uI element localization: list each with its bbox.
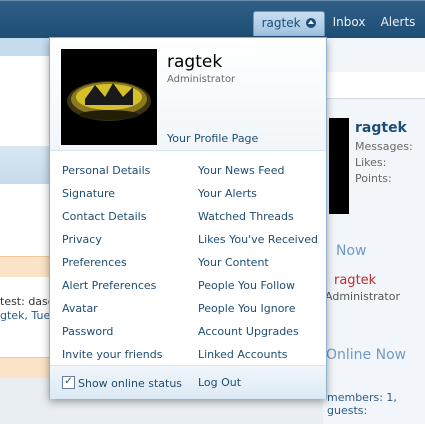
menu-link-privacy[interactable]: Privacy [62,233,102,246]
avatar-image [61,49,157,145]
bg-staff-title: Administrator [325,290,400,303]
menu-user-title: Administrator [167,74,236,85]
bg-section-bar [0,146,50,184]
bg-sidebar-points: Points: [355,172,392,185]
menu-link-invite-friends[interactable]: Invite your friends [62,348,163,361]
bg-staff-online-heading: Now [336,243,367,259]
bg-sidebar-likes: Likes: [355,156,387,169]
bg-staff-name[interactable]: ragtek [334,273,376,288]
bg-content-block [0,56,50,147]
account-dropdown-menu: ragtek Administrator Your Profile Page P… [49,37,327,399]
show-online-status-checkbox[interactable]: ✓ [62,376,75,389]
bg-highlight-bar-2 [0,357,50,378]
menu-footer: ✓ Show online status Log Out [50,365,326,399]
your-profile-page-link[interactable]: Your Profile Page [167,132,258,145]
menu-link-your-alerts[interactable]: Your Alerts [198,187,257,200]
menu-link-avatar[interactable]: Avatar [62,302,98,315]
alerts-tab[interactable]: Alerts [376,11,420,35]
menu-link-people-you-ignore[interactable]: People You Ignore [198,302,295,315]
menu-link-preferences[interactable]: Preferences [62,256,127,269]
bg-sidebar-top [323,72,425,99]
menu-username[interactable]: ragtek [167,52,222,72]
bg-sidebar-username[interactable]: ragtek [355,120,407,136]
menu-link-news-feed[interactable]: Your News Feed [198,164,284,177]
user-avatar[interactable] [61,49,157,145]
menu-link-signature[interactable]: Signature [62,187,115,200]
show-online-status-label[interactable]: Show online status [78,377,182,390]
menu-link-personal-details[interactable]: Personal Details [62,164,150,177]
menu-header: ragtek Administrator Your Profile Page [50,38,326,151]
menu-link-your-content[interactable]: Your Content [198,256,269,269]
bg-members-online-heading: Online Now [326,347,407,363]
bg-header-strip [0,38,50,56]
top-navigation-bar: ragtek Inbox Alerts [0,0,425,39]
user-menu-tab[interactable]: ragtek [253,11,325,36]
menu-link-linked-accounts[interactable]: Linked Accounts [198,348,288,361]
bg-thread-title: test: dasd [0,295,55,308]
menu-link-contact-details[interactable]: Contact Details [62,210,146,223]
bg-sidebar-messages: Messages: [355,140,413,153]
bg-thread-meta: gtek, Tues [0,309,56,322]
inbox-tab[interactable]: Inbox [329,11,369,35]
menu-link-password[interactable]: Password [62,325,113,338]
bg-content-block-2 [0,184,50,256]
bg-sidebar-avatar [329,118,349,214]
collapse-arrow-icon[interactable] [306,17,317,28]
bg-highlight-bar [0,256,50,278]
menu-link-watched-threads[interactable]: Watched Threads [198,210,294,223]
bg-online-summary: members: 1, guests: [327,391,397,417]
menu-link-people-you-follow[interactable]: People You Follow [198,279,295,292]
logout-link[interactable]: Log Out [198,376,241,389]
user-menu-tab-label: ragtek [261,16,301,30]
menu-link-account-upgrades[interactable]: Account Upgrades [198,325,299,338]
menu-link-alert-preferences[interactable]: Alert Preferences [62,279,156,292]
menu-link-likes-received[interactable]: Likes You've Received [198,233,318,246]
